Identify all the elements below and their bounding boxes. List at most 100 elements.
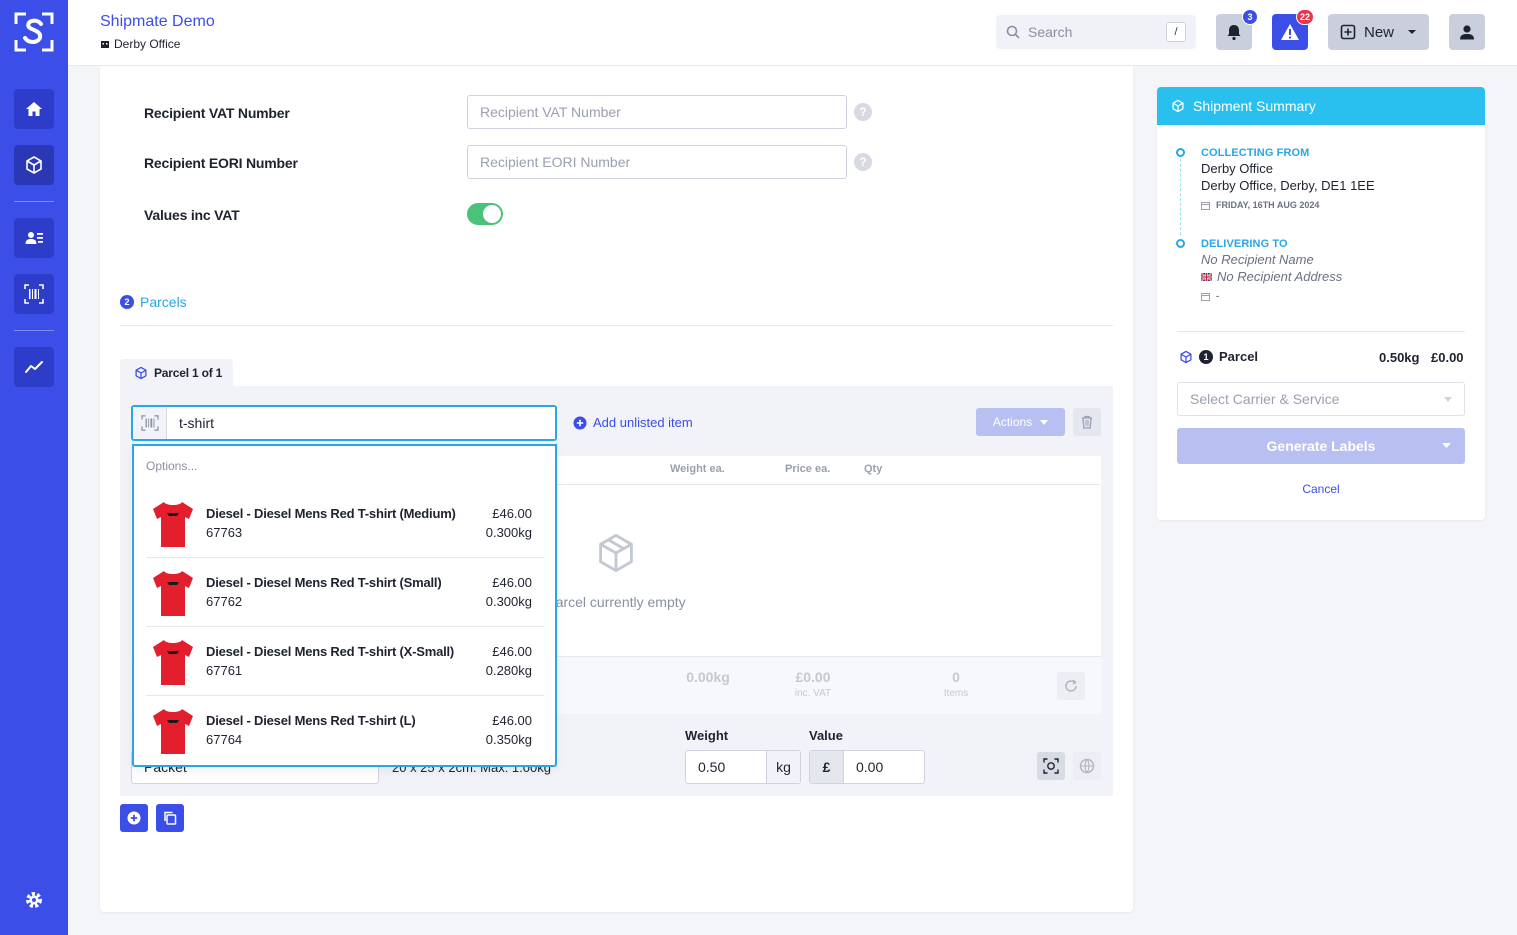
recipient-address-text: No Recipient Address xyxy=(1217,269,1343,284)
gear-icon xyxy=(26,892,42,908)
suggestion-item[interactable]: Diesel - Diesel Mens Red T-shirt (L) 677… xyxy=(146,696,544,765)
refresh-icon xyxy=(1065,679,1077,692)
plus-square-icon xyxy=(1340,24,1356,40)
calendar-icon xyxy=(1201,201,1210,210)
summary-divider xyxy=(1177,331,1465,332)
delivery-date: - xyxy=(1201,291,1219,301)
suggestion-name: Diesel - Diesel Mens Red T-shirt (X-Smal… xyxy=(206,644,455,659)
suggestion-item[interactable]: Diesel - Diesel Mens Red T-shirt (X-Smal… xyxy=(146,627,544,696)
collecting-address: Derby Office, Derby, DE1 1EE xyxy=(1201,178,1375,193)
package-icon xyxy=(1180,350,1192,363)
package-icon xyxy=(1172,99,1184,113)
suggestion-sku: 67764 xyxy=(206,732,243,747)
barcode-scan-icon xyxy=(24,284,44,304)
generate-labels-button[interactable]: Generate Labels xyxy=(1177,428,1465,464)
sidebar-divider xyxy=(14,330,54,331)
suggestion-weight: 0.350kg xyxy=(485,732,532,747)
carrier-placeholder: Select Carrier & Service xyxy=(1190,391,1340,407)
trash-icon xyxy=(1082,415,1092,429)
weight-unit: kg xyxy=(766,751,800,783)
sidebar-item-scan[interactable] xyxy=(14,274,54,314)
values-inc-vat-toggle[interactable] xyxy=(467,203,503,225)
dropdown-header: Options... xyxy=(146,459,198,473)
home-icon xyxy=(26,102,42,116)
caret-down-icon[interactable] xyxy=(1442,443,1451,448)
tshirt-thumbnail xyxy=(153,502,193,547)
suggestion-price: £46.00 xyxy=(492,644,532,659)
actions-label: Actions xyxy=(992,415,1033,429)
cancel-link[interactable]: Cancel xyxy=(1157,482,1485,496)
parcel-tab-label: Parcel 1 of 1 xyxy=(154,366,223,380)
sidebar-divider xyxy=(14,201,54,202)
value-field[interactable]: £ 0.00 xyxy=(809,750,925,784)
section-divider xyxy=(120,325,1113,326)
total-value: £0.00 xyxy=(795,669,831,685)
alerts-button[interactable]: 22 xyxy=(1272,9,1314,50)
item-suggestions-dropdown: Options... Diesel - Diesel Mens Red T-sh… xyxy=(132,444,557,767)
value-input[interactable]: 0.00 xyxy=(844,751,924,783)
dimension-scan-button[interactable] xyxy=(1037,752,1065,780)
search-input[interactable]: Search / xyxy=(996,15,1196,49)
suggestion-price: £46.00 xyxy=(492,575,532,590)
timeline-dot xyxy=(1176,148,1185,157)
app-title[interactable]: Shipmate Demo xyxy=(100,13,215,31)
uk-flag-icon xyxy=(1201,272,1212,281)
suggestion-item[interactable]: Diesel - Diesel Mens Red T-shirt (Small)… xyxy=(146,558,544,627)
tab-parcel-1[interactable]: Parcel 1 of 1 xyxy=(120,359,233,387)
tshirt-thumbnail xyxy=(153,709,193,754)
suggestion-name: Diesel - Diesel Mens Red T-shirt (Medium… xyxy=(206,506,456,521)
search-shortcut-key: / xyxy=(1166,22,1186,42)
eori-input[interactable] xyxy=(467,145,847,179)
add-parcel-button[interactable] xyxy=(120,804,148,832)
vat-help-icon[interactable]: ? xyxy=(854,103,872,121)
new-button[interactable]: New xyxy=(1328,14,1429,50)
total-items: 0 xyxy=(952,669,960,685)
vat-input[interactable] xyxy=(467,95,847,129)
carrier-service-select[interactable]: Select Carrier & Service xyxy=(1177,382,1465,416)
caret-down-icon xyxy=(1444,396,1452,402)
refresh-totals-button[interactable] xyxy=(1057,672,1085,700)
add-unlisted-item-button[interactable]: Add unlisted item xyxy=(573,415,693,430)
total-weight: 0.00kg xyxy=(686,669,730,685)
chart-line-icon xyxy=(25,361,43,373)
recipient-name: No Recipient Name xyxy=(1201,252,1314,267)
suggestion-item[interactable]: Diesel - Diesel Mens Red T-shirt (Medium… xyxy=(146,489,544,558)
suggestion-sku: 67761 xyxy=(206,663,243,678)
plus-circle-icon xyxy=(573,416,587,429)
weight-input[interactable]: 0.50 xyxy=(686,751,766,783)
current-location[interactable]: Derby Office xyxy=(100,37,180,51)
search-placeholder: Search xyxy=(1028,24,1073,40)
suggestion-name: Diesel - Diesel Mens Red T-shirt (L) xyxy=(206,713,416,728)
weight-field[interactable]: 0.50 kg xyxy=(685,750,801,784)
summary-parcel-weight: 0.50kg xyxy=(1379,350,1420,365)
sidebar-item-reports[interactable] xyxy=(14,347,54,387)
generate-labels-label: Generate Labels xyxy=(1266,438,1376,454)
collecting-from-label: COLLECTING FROM xyxy=(1201,147,1310,159)
item-search-input[interactable] xyxy=(167,407,555,439)
alerts-badge: 22 xyxy=(1295,9,1314,25)
user-menu-button[interactable] xyxy=(1449,14,1485,50)
delete-parcel-button[interactable] xyxy=(1073,408,1101,436)
sidebar-item-contacts[interactable] xyxy=(14,218,54,258)
shipmate-logo-icon[interactable] xyxy=(14,12,54,52)
barcode-icon[interactable] xyxy=(133,407,167,439)
bell-icon xyxy=(1227,25,1241,41)
item-search-field[interactable] xyxy=(131,405,557,441)
summary-title: Shipment Summary xyxy=(1193,98,1316,114)
sidebar-item-home[interactable] xyxy=(14,89,54,129)
section-title: Parcels xyxy=(140,294,187,310)
shipment-summary-panel: Shipment Summary COLLECTING FROM Derby O… xyxy=(1157,87,1485,520)
suggestion-sku: 67762 xyxy=(206,594,243,609)
globe-button[interactable] xyxy=(1073,752,1101,780)
notifications-button[interactable]: 3 xyxy=(1216,9,1258,50)
actions-button[interactable]: Actions xyxy=(976,408,1065,436)
eori-help-icon[interactable]: ? xyxy=(854,153,872,171)
currency-symbol: £ xyxy=(810,751,844,783)
suggestion-name: Diesel - Diesel Mens Red T-shirt (Small) xyxy=(206,575,442,590)
camera-scan-icon xyxy=(1043,758,1059,774)
vat-label: Recipient VAT Number xyxy=(144,105,290,121)
sidebar-item-settings[interactable] xyxy=(14,880,54,920)
collection-date: FRIDAY, 16TH AUG 2024 xyxy=(1201,200,1319,210)
duplicate-parcel-button[interactable] xyxy=(156,804,184,832)
sidebar-item-shipments[interactable] xyxy=(14,145,54,185)
